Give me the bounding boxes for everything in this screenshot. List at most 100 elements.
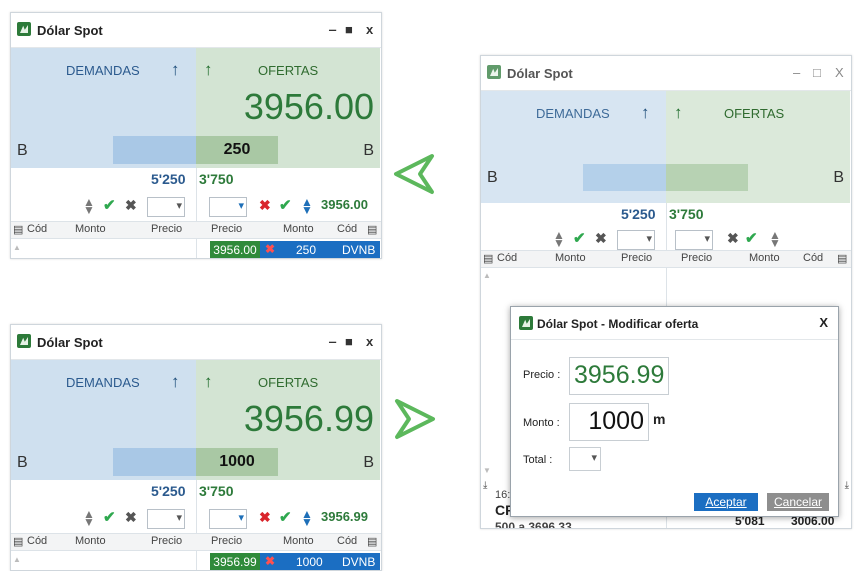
maximize-button[interactable]: ■ [345, 22, 353, 37]
offer-panel[interactable]: ↑ OFERTAS 3956.00 250 B [196, 48, 380, 168]
menu-icon[interactable]: ▤ [483, 252, 493, 265]
price-stepper-icon[interactable]: ▲ ▼ [83, 508, 95, 528]
cancel-x-icon[interactable]: ✖ [727, 230, 739, 247]
menu-icon[interactable]: ▤ [837, 252, 847, 265]
col-cod-offer[interactable]: Cód [337, 223, 357, 235]
total-demand: 5'250 [621, 206, 656, 222]
minimize-button[interactable]: ‒ [329, 22, 336, 37]
menu-icon[interactable]: ▤ [367, 223, 377, 236]
precio-input[interactable]: 3956.99 [569, 357, 669, 395]
offer-indicator: B [833, 169, 844, 186]
download-icon[interactable]: ⤓ [845, 480, 849, 491]
price-stepper-icon[interactable]: ▲ ▼ [83, 196, 95, 216]
confirm-check-icon[interactable]: ✔ [573, 229, 586, 247]
confirm-check-icon[interactable]: ✔ [103, 196, 116, 214]
cancel-x-icon[interactable]: ✖ [595, 230, 607, 247]
cancel-x-icon[interactable]: ✖ [259, 197, 271, 214]
offer-dropdown[interactable] [209, 509, 247, 529]
offer-quantity: 250 [196, 136, 278, 164]
offer-dropdown[interactable] [209, 197, 247, 217]
download-icon[interactable]: ⤓ [483, 480, 487, 491]
confirm-check-icon[interactable]: ✔ [103, 508, 116, 526]
title-bar[interactable]: Dólar Spot ‒ ■ x [11, 325, 381, 360]
offer-dropdown[interactable] [675, 230, 713, 250]
col-monto-offer[interactable]: Monto [749, 252, 780, 264]
demandas-label: DEMANDAS [66, 375, 140, 390]
menu-icon[interactable]: ▤ [13, 535, 23, 548]
delete-order-icon[interactable]: ✖ [265, 554, 275, 568]
offer-panel[interactable]: ↑ OFERTAS B [666, 91, 850, 203]
col-monto[interactable]: Monto [75, 223, 106, 235]
col-monto[interactable]: Monto [75, 535, 106, 547]
demand-panel[interactable]: DEMANDAS ↑ B [11, 48, 196, 168]
maximize-button[interactable]: □ [813, 65, 821, 80]
total-dropdown[interactable]: ▾ [569, 447, 601, 471]
offer-quantity: 1000 [196, 448, 278, 476]
menu-icon[interactable]: ▤ [367, 535, 377, 548]
demand-dropdown[interactable] [147, 509, 185, 529]
offer-panel[interactable]: ↑ OFERTAS 3956.99 1000 B [196, 360, 380, 480]
close-button[interactable]: X [835, 65, 844, 80]
confirm-check-icon[interactable]: ✔ [279, 508, 292, 526]
arrow-right-icon [395, 399, 435, 439]
col-precio[interactable]: Precio [621, 252, 652, 264]
scroll-up-icon[interactable]: ▲ [483, 271, 491, 280]
price-stepper-icon[interactable]: ▲ ▼ [769, 229, 781, 249]
col-monto[interactable]: Monto [555, 252, 586, 264]
col-precio-offer[interactable]: Precio [211, 535, 242, 547]
title-bar[interactable]: Dólar Spot ‒ ■ x [11, 13, 381, 48]
col-monto-offer[interactable]: Monto [283, 535, 314, 547]
arrow-up-icon: ↑ [204, 372, 213, 391]
scroll-up-icon[interactable]: ▲ [13, 243, 21, 252]
menu-icon[interactable]: ▤ [13, 223, 23, 236]
price-stepper-icon[interactable]: ▲ ▼ [301, 508, 313, 528]
delete-order-icon[interactable]: ✖ [265, 242, 275, 256]
col-precio[interactable]: Precio [151, 535, 182, 547]
precio-label: Precio : [523, 369, 561, 381]
monto-value: 1000 [588, 407, 644, 435]
maximize-button[interactable]: ■ [345, 334, 353, 349]
demand-dropdown[interactable] [617, 230, 655, 250]
row-monto: 250 [296, 243, 317, 257]
minimize-button[interactable]: ‒ [793, 65, 800, 80]
best-offer-price: 3956.00 [243, 86, 374, 127]
title-bar[interactable]: Dólar Spot ‒ □ X [481, 56, 851, 91]
price-stepper-icon[interactable]: ▲ ▼ [301, 196, 313, 216]
col-cod[interactable]: Cód [27, 223, 47, 235]
demand-bar [113, 448, 196, 476]
cancel-button[interactable]: Cancelar [767, 493, 829, 511]
cancel-x-icon[interactable]: ✖ [125, 509, 137, 526]
offer-price-field[interactable]: 3956.00 [321, 197, 368, 212]
demand-panel[interactable]: DEMANDAS ↑ B [481, 91, 666, 203]
cancel-x-icon[interactable]: ✖ [259, 509, 271, 526]
cancel-x-icon[interactable]: ✖ [125, 197, 137, 214]
col-cod-offer[interactable]: Cód [803, 252, 823, 264]
scroll-up-icon[interactable]: ▲ [13, 555, 21, 564]
close-button[interactable]: x [366, 22, 373, 37]
col-cod[interactable]: Cód [497, 252, 517, 264]
dialog-close-button[interactable]: X [819, 315, 828, 330]
offer-bar [666, 164, 748, 191]
window-title: Dólar Spot [507, 66, 573, 81]
demand-panel[interactable]: DEMANDAS ↑ B [11, 360, 196, 480]
minimize-button[interactable]: ‒ [329, 334, 336, 349]
table-row[interactable]: 3956.99 ✖ 1000 DVNB [210, 553, 380, 570]
confirm-check-icon[interactable]: ✔ [745, 229, 758, 247]
col-precio-offer[interactable]: Precio [211, 223, 242, 235]
col-cod[interactable]: Cód [27, 535, 47, 547]
monto-input[interactable]: 1000 [569, 403, 649, 441]
close-button[interactable]: x [366, 334, 373, 349]
arrow-up-icon: ↑ [171, 60, 180, 79]
col-precio-offer[interactable]: Precio [681, 252, 712, 264]
scroll-down-icon[interactable]: ▼ [483, 466, 491, 475]
confirm-check-icon[interactable]: ✔ [279, 196, 292, 214]
col-precio[interactable]: Precio [151, 223, 182, 235]
demand-dropdown[interactable] [147, 197, 185, 217]
table-row[interactable]: 3956.00 ✖ 250 DVNB [210, 241, 380, 258]
col-cod-offer[interactable]: Cód [337, 535, 357, 547]
chevron-down-icon: ▾ [591, 452, 597, 464]
accept-button[interactable]: Aceptar [694, 493, 758, 511]
price-stepper-icon[interactable]: ▲ ▼ [553, 229, 565, 249]
col-monto-offer[interactable]: Monto [283, 223, 314, 235]
offer-price-field[interactable]: 3956.99 [321, 509, 368, 524]
